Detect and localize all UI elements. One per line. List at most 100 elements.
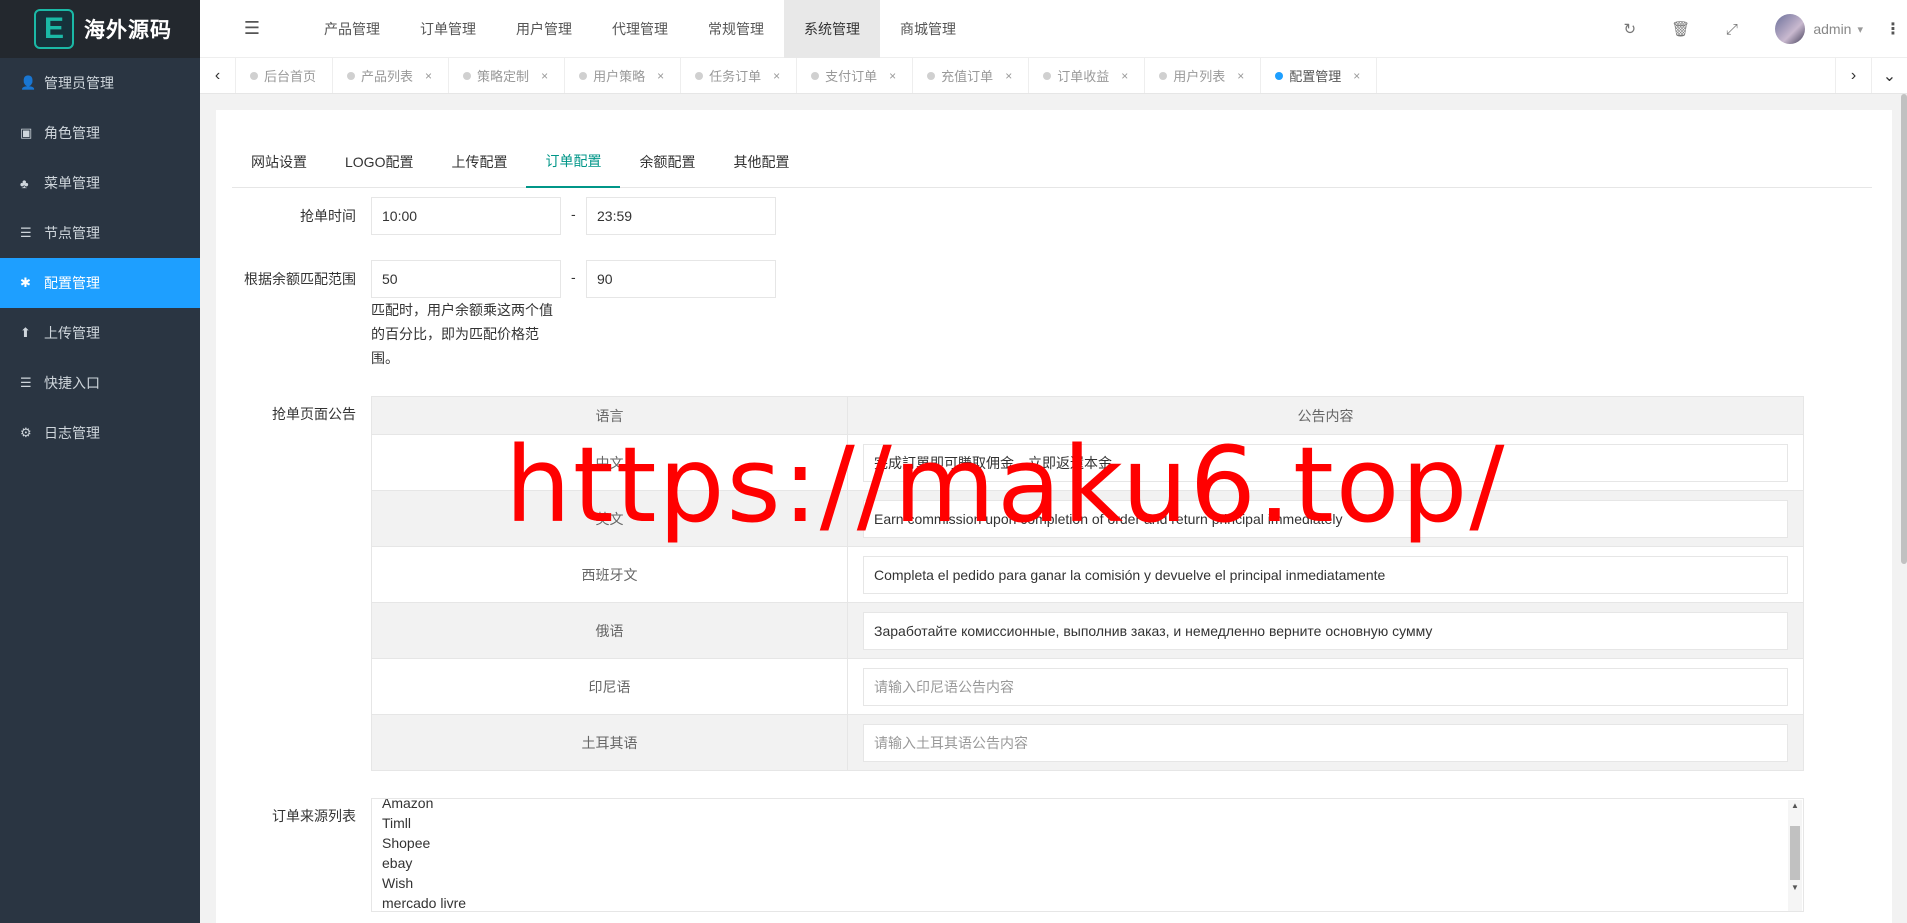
config-tab[interactable]: 上传配置 (432, 136, 526, 188)
sidebar-item[interactable]: ⬆ 上传管理 (0, 308, 200, 358)
close-icon[interactable]: × (1121, 69, 1128, 83)
grab-time-start-input[interactable]: 10:00 (371, 197, 561, 235)
scroll-thumb[interactable] (1790, 826, 1800, 880)
close-icon[interactable]: × (1353, 69, 1360, 83)
page-tab[interactable]: 充值订单 × (913, 58, 1030, 93)
config-tab[interactable]: 网站设置 (232, 136, 326, 188)
grab-time-end-input[interactable]: 23:59 (586, 197, 776, 235)
language-cell: 印尼语 (371, 658, 848, 715)
close-icon[interactable]: × (773, 69, 780, 83)
page-tab[interactable]: 配置管理 × (1261, 58, 1378, 93)
page-tab-label: 订单收益 (1057, 69, 1110, 84)
balance-range-min-input[interactable]: 50 (371, 260, 561, 298)
sidebar-item-label: 上传管理 (44, 325, 100, 341)
tab-status-dot (250, 71, 258, 80)
sidebar-item[interactable]: ✱ 配置管理 (0, 258, 200, 308)
refresh-icon[interactable]: ↻ (1604, 20, 1655, 38)
config-tab[interactable]: LOGO配置 (326, 136, 432, 188)
page-tab[interactable]: 产品列表 × (333, 58, 450, 93)
announcement-input[interactable]: Заработайте комиссионные, выполнив заказ… (863, 611, 1788, 650)
page-tab[interactable]: 用户策略 × (565, 58, 682, 93)
avatar[interactable] (1775, 14, 1806, 44)
tabs-menu-icon[interactable]: ⌄ (1871, 58, 1907, 93)
content-cell: Заработайте комиссионные, выполнив заказ… (847, 602, 1804, 659)
scroll-up-icon[interactable]: ▲ (1788, 800, 1802, 812)
announcement-input[interactable]: 请输入土耳其语公告内容 (863, 723, 1788, 762)
order-source-line: ebay (382, 855, 413, 871)
announcement-label: 抢单页面公告 (272, 406, 356, 422)
tree-icon: ♣ (20, 175, 29, 191)
user-icon: 👤 (20, 75, 37, 90)
table-row: 西班牙文 Completa el pedido para ganar la com… (371, 546, 1804, 603)
nav-item[interactable]: 产品管理 (304, 0, 400, 58)
config-tab[interactable]: 余额配置 (620, 136, 714, 188)
tab-status-dot (927, 71, 936, 80)
order-sources-label: 订单来源列表 (272, 808, 356, 824)
nav-item[interactable]: 用户管理 (496, 0, 592, 58)
content-cell: 请输入土耳其语公告内容 (847, 714, 1804, 771)
tab-status-dot (1275, 71, 1284, 80)
announcement-input[interactable]: Completa el pedido para ganar la comisió… (863, 555, 1788, 594)
close-icon[interactable]: × (1237, 69, 1244, 83)
balance-range-hint: 匹配时，用户余额乘这两个值的百分比，即为匹配价格范围。 (371, 302, 553, 366)
sidebar-item[interactable]: ⚙ 日志管理 (0, 408, 200, 458)
logo[interactable]: E 海外源码 (0, 0, 200, 58)
content-cell: 请输入印尼语公告内容 (847, 658, 1804, 715)
top-header: ☰ 产品管理 订单管理 用户管理 代理管理 常规管理 系统管理 商城管理 ↻ 🗑 ⤢ adm… (200, 0, 1907, 58)
page-tabs-bar: ‹ 后台首页 产品列表 × 策略定制 × 用户策略 × 任务订单 × 支付订单 × 充值订单 × 订单收益… (200, 58, 1907, 94)
page-scrollbar[interactable] (1901, 94, 1907, 564)
trash-icon[interactable]: 🗑 (1655, 20, 1706, 38)
page-tab[interactable]: 任务订单 × (681, 58, 798, 93)
language-cell: 土耳其语 (371, 714, 848, 771)
sidebar-item[interactable]: ♣ 菜单管理 (0, 158, 200, 208)
scroll-down-icon[interactable]: ▼ (1788, 878, 1802, 898)
sidebar-item[interactable]: 👤 管理员管理 (0, 58, 200, 108)
sidebar-item-label: 配置管理 (44, 275, 100, 291)
textarea-scrollbar[interactable]: ▲ ▼ (1788, 800, 1802, 911)
role-icon: ▣ (20, 125, 33, 140)
close-icon[interactable]: × (425, 69, 432, 83)
page-tab[interactable]: 支付订单 × (797, 58, 914, 93)
nav-item[interactable]: 订单管理 (400, 0, 496, 58)
more-icon[interactable]: ⋮ (1885, 19, 1901, 39)
close-icon[interactable]: × (541, 69, 548, 83)
page-tab[interactable]: 后台首页 (236, 58, 334, 93)
fullscreen-icon[interactable]: ⤢ (1706, 21, 1757, 38)
nav-item[interactable]: 商城管理 (880, 0, 976, 58)
page-tab[interactable]: 订单收益 × (1029, 58, 1146, 93)
sidebar-item[interactable]: ☰ 快捷入口 (0, 358, 200, 408)
nav-item[interactable]: 代理管理 (592, 0, 688, 58)
announcement-input[interactable]: 请输入印尼语公告内容 (863, 667, 1788, 706)
order-sources-textarea[interactable]: ▲ ▼ Amazon Timll Shopee ebay Wish mercado liv… (371, 798, 1804, 912)
upload-icon: ⬆ (20, 325, 31, 340)
close-icon[interactable]: × (889, 69, 896, 83)
page-tab-label: 支付订单 (825, 69, 878, 84)
sidebar-menu: 👤 管理员管理 ▣ 角色管理 ♣ 菜单管理 ☰ 节点管理 ✱ 配置管理 ⬆ 上传管理 ☰ 快捷入口 ⚙ 日志管… (0, 58, 200, 458)
config-tab[interactable]: 其他配置 (714, 136, 808, 188)
tabs-scroll-left-icon[interactable]: ‹ (200, 58, 236, 93)
sidebar-item[interactable]: ☰ 节点管理 (0, 208, 200, 258)
page-tab[interactable]: 用户列表 × (1145, 58, 1262, 93)
language-cell: 俄语 (371, 602, 848, 659)
page-tab[interactable]: 策略定制 × (449, 58, 566, 93)
tabs-scroll-right-icon[interactable]: › (1835, 58, 1871, 93)
config-tab[interactable]: 订单配置 (526, 136, 621, 188)
balance-range-max-input[interactable]: 90 (586, 260, 776, 298)
watermark: https://maku6.top/ (505, 424, 1507, 546)
sidebar-item-label: 角色管理 (44, 125, 100, 141)
tab-status-dot (463, 71, 472, 80)
nav-item[interactable]: 常规管理 (688, 0, 784, 58)
config-tabs: 网站设置 LOGO配置 上传配置 订单配置 余额配置 其他配置 (232, 136, 1872, 188)
nav-item[interactable]: 系统管理 (784, 0, 880, 58)
tab-status-dot (695, 71, 704, 80)
close-icon[interactable]: × (1005, 69, 1012, 83)
table-row: 印尼语 请输入印尼语公告内容 (371, 658, 1804, 715)
sidebar-item[interactable]: ▣ 角色管理 (0, 108, 200, 158)
menu-toggle-icon[interactable]: ☰ (200, 18, 304, 39)
sidebar-item-label: 菜单管理 (44, 175, 100, 191)
table-row: 俄语 Заработайте комиссионные, выполнив зак… (371, 602, 1804, 659)
chevron-down-icon[interactable]: ▾ (1857, 23, 1863, 36)
user-name[interactable]: admin (1813, 21, 1851, 37)
close-icon[interactable]: × (657, 69, 664, 83)
language-cell: 西班牙文 (371, 546, 848, 603)
